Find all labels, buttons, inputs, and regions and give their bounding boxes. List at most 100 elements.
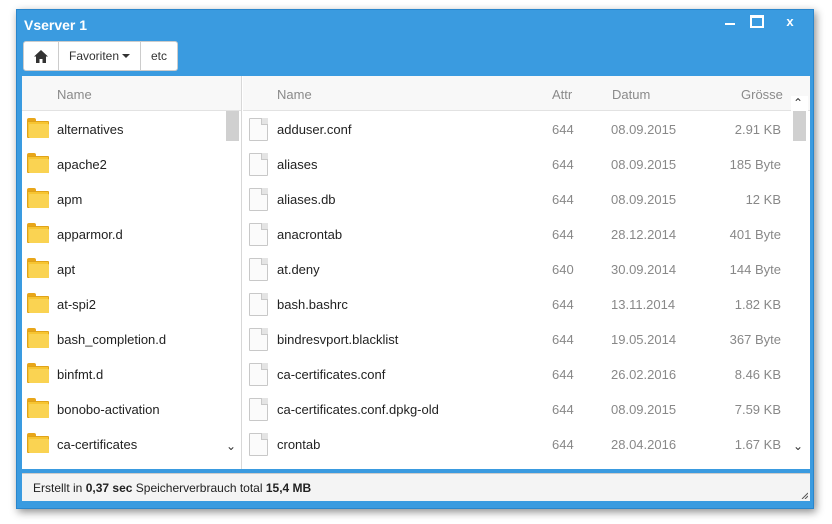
file-scrollbar[interactable]: ⌃ ⌄	[791, 96, 808, 469]
file-date: 30.09.2014	[611, 262, 677, 277]
file-icon	[249, 363, 268, 386]
file-name: adduser.conf	[277, 122, 352, 137]
folder-icon	[27, 293, 49, 313]
folder-name: apm	[57, 192, 83, 207]
file-row[interactable]: aliases.db 644 08.09.2015 12 KB	[243, 181, 791, 216]
file-attr: 644	[552, 227, 574, 242]
file-size: 144 Byte	[729, 262, 781, 277]
file-row[interactable]: bindresvport.blacklist 644 19.05.2014 367 B…	[243, 321, 791, 356]
file-scroll-thumb[interactable]	[793, 111, 806, 141]
folder-icon	[27, 433, 49, 453]
maximize-button[interactable]	[747, 13, 767, 29]
chevron-down-icon[interactable]: ⌄	[226, 439, 236, 453]
file-size: 7.59 KB	[734, 402, 781, 417]
file-manager-window: Vserver 1 x Favoriten etc Name alternati…	[16, 9, 814, 509]
folder-icon	[27, 223, 49, 243]
folder-row[interactable]: at-spi2	[22, 286, 224, 321]
folder-row[interactable]: bonobo-activation	[22, 391, 224, 426]
folder-column-header[interactable]: Name	[22, 76, 241, 111]
folder-icon	[27, 398, 49, 418]
file-date: 08.09.2015	[611, 402, 677, 417]
home-button[interactable]	[23, 41, 59, 71]
file-name: ca-certificates.conf	[277, 367, 386, 382]
file-row[interactable]: ca-certificates.conf.dpkg-old 644 08.09.20…	[243, 391, 791, 426]
file-icon	[249, 293, 268, 316]
file-attr: 644	[552, 367, 574, 382]
file-size: 1.67 KB	[734, 437, 781, 452]
status-prefix: Erstellt in	[33, 481, 83, 495]
folder-icon	[27, 328, 49, 348]
resize-grip-icon[interactable]	[800, 491, 808, 499]
folder-row[interactable]: ca-certificates	[22, 426, 224, 461]
folder-scrollbar[interactable]: ⌄	[224, 111, 241, 469]
status-bar: Erstellt in 0,37 sec Speicherverbrauch t…	[22, 473, 810, 501]
file-size: 185 Byte	[729, 157, 781, 172]
file-date: 08.09.2015	[611, 122, 677, 137]
file-date: 26.02.2016	[611, 367, 677, 382]
folder-scroll-thumb[interactable]	[226, 111, 239, 141]
folder-tree-pane: Name alternatives apache2 apm apparmor.d apt…	[22, 76, 242, 469]
folder-icon	[27, 153, 49, 173]
folder-row[interactable]: bash_completion.d	[22, 321, 224, 356]
file-name: anacrontab	[277, 227, 343, 242]
close-button[interactable]: x	[780, 13, 800, 29]
header-size[interactable]: Grösse	[741, 87, 783, 102]
folder-row[interactable]: alternatives	[22, 111, 224, 146]
folder-name: apache2	[57, 157, 107, 172]
file-size: 367 Byte	[729, 332, 781, 347]
folder-row[interactable]: apparmor.d	[22, 216, 224, 251]
folder-name: bash_completion.d	[57, 332, 167, 347]
file-attr: 644	[552, 122, 574, 137]
file-row[interactable]: crontab 644 28.04.2016 1.67 KB	[243, 426, 791, 461]
folder-icon	[27, 188, 49, 208]
file-row[interactable]: anacrontab 644 28.12.2014 401 Byte	[243, 216, 791, 251]
folder-icon	[27, 258, 49, 278]
file-date: 08.09.2015	[611, 157, 677, 172]
file-attr: 644	[552, 157, 574, 172]
folder-icon	[27, 363, 49, 383]
breadcrumb-etc[interactable]: etc	[141, 41, 178, 71]
file-name: at.deny	[277, 262, 320, 277]
file-name: bash.bashrc	[277, 297, 348, 312]
file-row[interactable]: bash.bashrc 644 13.11.2014 1.82 KB	[243, 286, 791, 321]
file-icon	[249, 188, 268, 211]
header-name[interactable]: Name	[277, 87, 312, 102]
toolbar: Favoriten etc	[23, 41, 178, 71]
file-icon	[249, 153, 268, 176]
file-date: 28.04.2016	[611, 437, 677, 452]
file-size: 12 KB	[745, 192, 781, 207]
favorites-dropdown[interactable]: Favoriten	[59, 41, 141, 71]
folder-row[interactable]: apache2	[22, 146, 224, 181]
folder-name: at-spi2	[57, 297, 97, 312]
folder-row[interactable]: apt	[22, 251, 224, 286]
file-attr: 644	[552, 332, 574, 347]
chevron-up-icon[interactable]: ⌃	[793, 96, 803, 110]
file-name: crontab	[277, 437, 321, 452]
status-memory: 15,4 MB	[265, 481, 312, 495]
file-attr: 640	[552, 262, 574, 277]
minimize-button[interactable]	[720, 13, 740, 29]
header-attr[interactable]: Attr	[552, 87, 572, 102]
file-icon	[249, 433, 268, 456]
status-time: 0,37 sec	[85, 481, 133, 495]
file-name: aliases.db	[277, 192, 336, 207]
file-attr: 644	[552, 297, 574, 312]
file-icon	[249, 398, 268, 421]
title-bar[interactable]: Vserver 1 x	[17, 10, 813, 40]
chevron-down-icon[interactable]: ⌄	[793, 439, 803, 453]
folder-name: apt	[57, 262, 76, 277]
file-row[interactable]: ca-certificates.conf 644 26.02.2016 8.46 KB	[243, 356, 791, 391]
header-date[interactable]: Datum	[612, 87, 650, 102]
status-text: Erstellt in 0,37 sec Speicherverbrauch t…	[33, 481, 311, 495]
file-size: 1.82 KB	[734, 297, 781, 312]
file-row[interactable]: aliases 644 08.09.2015 185 Byte	[243, 146, 791, 181]
folder-name: bonobo-activation	[57, 402, 160, 417]
caret-down-icon	[122, 54, 131, 58]
status-memory-label: Speicherverbrauch total	[135, 481, 263, 495]
file-date: 28.12.2014	[611, 227, 677, 242]
file-row[interactable]: at.deny 640 30.09.2014 144 Byte	[243, 251, 791, 286]
folder-row[interactable]: apm	[22, 181, 224, 216]
folder-row[interactable]: binfmt.d	[22, 356, 224, 391]
file-attr: 644	[552, 402, 574, 417]
file-row[interactable]: adduser.conf 644 08.09.2015 2.91 KB	[243, 111, 791, 146]
